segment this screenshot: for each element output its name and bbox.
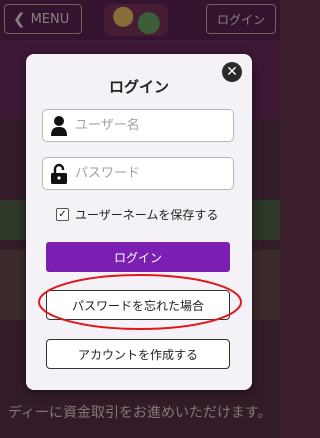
login-modal: ログイン ✕ ✓ ユーザーネームを保存する ログイン パスワードを忘れた場合 ア… bbox=[26, 54, 252, 390]
close-icon[interactable]: ✕ bbox=[222, 62, 242, 82]
forgot-password-button[interactable]: パスワードを忘れた場合 bbox=[46, 290, 230, 320]
user-icon bbox=[43, 110, 75, 141]
password-field[interactable] bbox=[42, 157, 234, 190]
username-input[interactable] bbox=[75, 118, 225, 133]
username-field[interactable] bbox=[42, 109, 234, 142]
login-button[interactable]: ログイン bbox=[46, 242, 230, 272]
remember-label: ユーザーネームを保存する bbox=[75, 208, 219, 222]
modal-title: ログイン bbox=[108, 78, 169, 96]
create-account-button[interactable]: アカウントを作成する bbox=[46, 339, 230, 369]
password-input[interactable] bbox=[75, 166, 225, 181]
remember-username[interactable]: ✓ ユーザーネームを保存する bbox=[56, 206, 218, 223]
remember-checkbox[interactable]: ✓ bbox=[56, 208, 69, 221]
unlock-icon bbox=[43, 158, 75, 189]
